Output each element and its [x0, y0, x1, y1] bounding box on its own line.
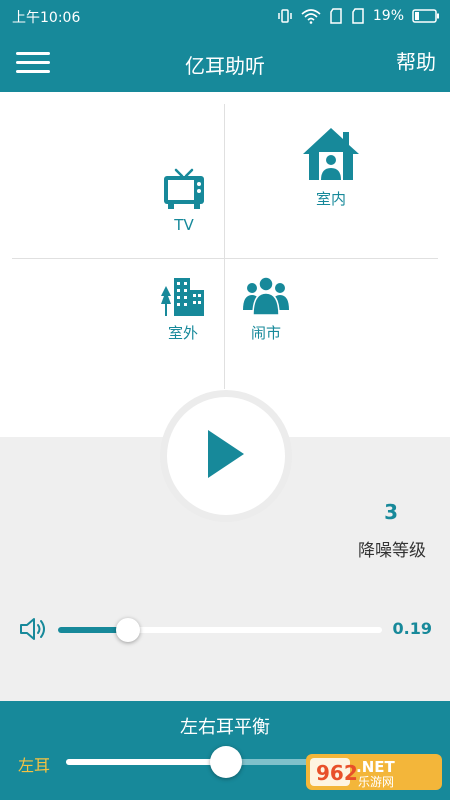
mode-label-indoor: 室内	[315, 190, 346, 208]
battery-icon	[412, 9, 440, 23]
noise-level-value: 3	[384, 500, 398, 524]
volume-slider-fill	[58, 627, 120, 633]
grid-divider-horizontal	[12, 258, 438, 259]
status-icons: 19%	[277, 6, 440, 26]
house-icon	[301, 126, 361, 186]
balance-title: 左右耳平衡	[180, 717, 270, 738]
sim2-signal-icon	[351, 8, 365, 24]
status-time: 上午10:06	[12, 10, 81, 26]
battery-percent: 19%	[372, 8, 404, 24]
mode-grid: TV 室内 室外 闹市	[0, 92, 450, 437]
mode-market[interactable]: 闹市	[240, 276, 292, 343]
speaker-icon[interactable]	[18, 614, 48, 644]
watermark-logo: 962 .NET 乐游网	[306, 752, 442, 792]
svg-text:962: 962	[316, 761, 358, 785]
vibrate-icon	[277, 8, 293, 24]
app-header: 亿耳助听 帮助	[0, 32, 450, 92]
mode-outdoor[interactable]: 室外	[152, 276, 214, 343]
help-button[interactable]: 帮助	[396, 46, 436, 75]
mode-tv[interactable]: TV	[154, 168, 214, 234]
wifi-icon	[301, 8, 321, 24]
buildings-icon	[160, 276, 206, 320]
sim1-signal-icon	[329, 8, 343, 24]
grid-divider-vertical	[224, 104, 225, 389]
status-bar: 上午10:06 19%	[0, 0, 450, 32]
play-button[interactable]	[167, 397, 285, 515]
volume-slider-thumb[interactable]	[115, 618, 140, 642]
svg-text:.NET: .NET	[356, 758, 395, 776]
left-ear-label: 左耳	[18, 756, 51, 775]
svg-text:乐游网: 乐游网	[358, 775, 394, 789]
mode-label-market: 闹市	[250, 324, 281, 342]
balance-slider-thumb[interactable]	[210, 746, 242, 778]
mode-indoor[interactable]: 室内	[296, 126, 366, 209]
crowd-icon	[242, 276, 290, 320]
volume-value: 0.19	[392, 619, 432, 638]
volume-slider[interactable]	[58, 627, 382, 633]
noise-level-label: 降噪等级	[358, 541, 426, 561]
play-icon	[206, 428, 246, 484]
tv-icon	[162, 168, 206, 214]
page-title: 亿耳助听	[185, 54, 265, 78]
balance-slider-fill	[66, 759, 226, 765]
mode-label-outdoor: 室外	[167, 324, 198, 342]
mode-label-tv: TV	[174, 216, 194, 234]
